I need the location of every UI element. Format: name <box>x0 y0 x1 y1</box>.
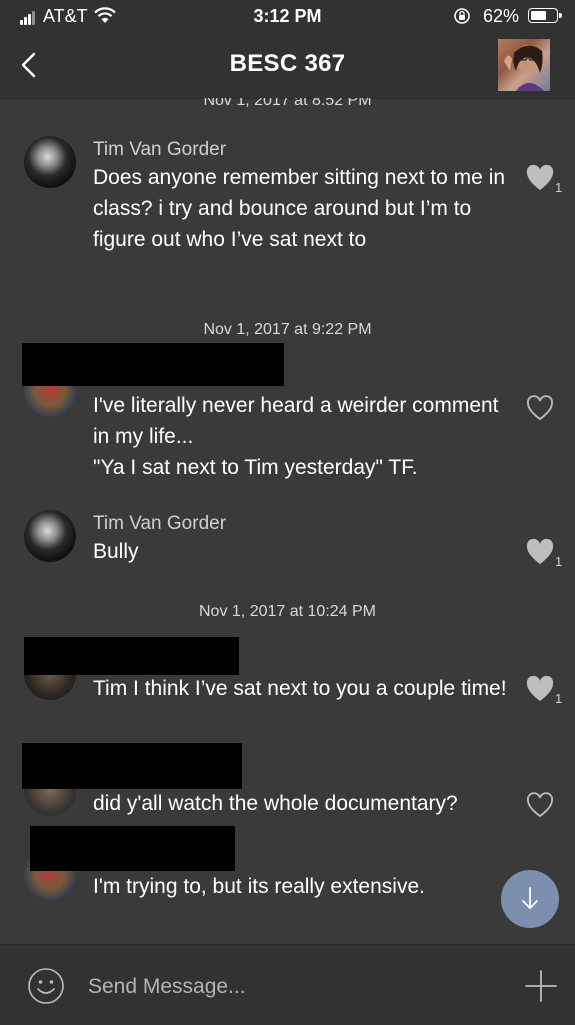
avatar[interactable] <box>24 136 76 188</box>
like-heart-icon[interactable] <box>525 675 555 703</box>
sender-name: Tim Van Gorder <box>93 513 227 534</box>
timestamp: Nov 1, 2017 at 10:24 PM <box>199 603 376 620</box>
like-heart-outline-icon[interactable] <box>525 394 555 422</box>
chat-title: BESC 367 <box>229 50 346 77</box>
redacted-name <box>24 637 239 675</box>
message-text: Bully <box>93 540 139 563</box>
message-text: I've literally never heard a weirder com… <box>93 394 499 479</box>
message-text: Does anyone remember sitting next to me … <box>93 166 506 251</box>
message-text: did y'all watch the whole documentary? <box>93 792 458 815</box>
redacted-name <box>30 826 235 871</box>
like-count: 1 <box>555 180 563 195</box>
message-input[interactable] <box>86 967 490 1007</box>
battery-icon <box>528 8 562 23</box>
chat-header: BESC 367 <box>0 32 575 99</box>
like-count: 1 <box>555 554 563 569</box>
like-count: 1 <box>555 691 563 706</box>
group-avatar[interactable] <box>498 39 550 91</box>
redacted-name <box>22 743 242 789</box>
plus-icon[interactable] <box>524 969 558 1003</box>
status-bar: AT&T 3:12 PM 62% <box>0 0 575 32</box>
rotation-lock-icon <box>454 8 470 24</box>
timestamp: Nov 1, 2017 at 9:22 PM <box>203 321 372 338</box>
like-heart-icon[interactable] <box>525 538 555 566</box>
smiley-icon[interactable] <box>27 967 65 1005</box>
arrow-down-icon <box>522 887 538 909</box>
scroll-to-bottom-button[interactable] <box>501 870 559 928</box>
message-list[interactable]: Nov 1, 2017 at 8:52 PM Tim Van Gorder Do… <box>0 98 575 944</box>
like-heart-outline-icon[interactable] <box>525 791 555 819</box>
timestamp: Nov 1, 2017 at 8:52 PM <box>203 98 372 109</box>
message-text: I'm trying to, but its really extensive. <box>93 875 425 898</box>
message-text: Tim I think I’ve sat next to you a coupl… <box>93 677 507 700</box>
like-heart-icon[interactable] <box>525 164 555 192</box>
message-composer <box>0 944 575 1025</box>
battery-percent: 62% <box>483 6 520 26</box>
sender-name: Tim Van Gorder <box>93 139 227 160</box>
redacted-name <box>22 343 284 386</box>
avatar[interactable] <box>24 510 76 562</box>
timestamp-partial <box>0 936 575 944</box>
